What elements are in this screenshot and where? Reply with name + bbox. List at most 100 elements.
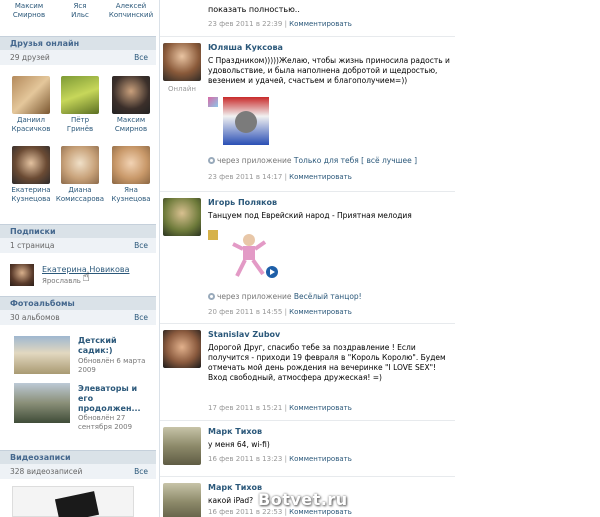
videos-header[interactable]: Видеозаписи (0, 450, 156, 464)
post-app-line: через приложение Только для тебя [ всё л… (208, 156, 417, 165)
videos-count: 328 видеозаписей (10, 467, 83, 476)
app-icon (208, 97, 218, 107)
post-time[interactable]: 23 фев 2011 в 14:17 (208, 173, 282, 181)
avatar[interactable] (12, 146, 50, 184)
video-frame (54, 491, 100, 517)
online-status: Онлайн (168, 85, 196, 93)
avatar[interactable] (61, 76, 99, 114)
post-time[interactable]: 23 фев 2011 в 22:39 (208, 20, 282, 28)
app-link[interactable]: Только для тебя [ всё лучшее ] (294, 156, 417, 165)
avatar[interactable] (163, 427, 201, 465)
friend-last-name: Копчинский (108, 11, 154, 19)
post-text: Дорогой Друг, спасибо тебе за поздравлен… (208, 343, 446, 382)
friends-all-link[interactable]: Все (134, 50, 148, 65)
friend-last-name: Красичков (11, 125, 51, 133)
post-author[interactable]: Юляша Куксова (208, 43, 283, 52)
wall-feed: показать полностью.. 23 фев 2011 в 22:39… (160, 0, 600, 517)
comment-link[interactable]: Комментировать (289, 20, 352, 28)
post-meta: 16 фев 2011 в 22:53 | Комментировать (208, 508, 352, 516)
friend-last-name: Комиссарова (55, 195, 105, 203)
friend-last-name: Смирнов (114, 125, 148, 133)
video-thumbnail[interactable] (12, 486, 134, 517)
friend-first-name: Диана (68, 186, 92, 194)
comment-link[interactable]: Комментировать (289, 308, 352, 316)
avatar[interactable] (61, 146, 99, 184)
friends-online-header[interactable]: Друзья онлайн (0, 36, 156, 50)
friend-item[interactable]: Яся Ильс (55, 2, 105, 20)
albums-subheader: 30 альбомов Все (0, 310, 156, 325)
post-author[interactable]: Марк Тихов (208, 427, 262, 436)
friend-first-name: Максим (14, 2, 44, 10)
friend-last-name: Кузнецова (11, 195, 51, 203)
comment-link[interactable]: Комментировать (289, 508, 352, 516)
avatar[interactable] (163, 198, 201, 236)
comment-link[interactable]: Комментировать (289, 173, 352, 181)
friend-first-name: Максим (116, 116, 146, 124)
post-attachment-image[interactable] (223, 97, 269, 145)
wall-post: Stanislav Zubov Дорогой Друг, спасибо те… (160, 323, 455, 418)
subscription-city: Ярославль (42, 277, 81, 285)
watermark: Botvet.ru (258, 490, 348, 509)
friend-first-name: Пётр (70, 116, 90, 124)
post-meta: 20 фев 2011 в 14:55 | Комментировать (208, 308, 352, 316)
friend-first-name: Алексей (115, 2, 147, 10)
friend-last-name: Кузнецова (111, 195, 151, 203)
friend-item[interactable]: Диана Комиссарова (55, 146, 105, 204)
post-text: Танцуем под Еврейский народ - Приятная м… (208, 211, 412, 220)
album-title[interactable]: Элеваторы и его продолжен... (78, 384, 154, 414)
album-thumbnail[interactable] (14, 383, 70, 423)
post-time[interactable]: 20 фев 2011 в 14:55 (208, 308, 282, 316)
post-text: С Праздником)))))Желаю, чтобы жизнь прин… (208, 56, 450, 85)
avatar[interactable] (163, 43, 201, 81)
wall-post: Онлайн Юляша Куксова С Праздником)))))Же… (160, 36, 455, 188)
friend-last-name: Смирнов (12, 11, 46, 19)
avatar[interactable] (112, 146, 150, 184)
app-link[interactable]: Весёлый танцор! (294, 292, 362, 301)
subscriptions-all-link[interactable]: Все (134, 238, 148, 253)
friend-item[interactable]: Пётр Гринёв (55, 76, 105, 134)
friends-count: 29 друзей (10, 53, 50, 62)
post-meta: 23 фев 2011 в 22:39 | Комментировать (208, 20, 352, 28)
subscriptions-header[interactable]: Подписки (0, 224, 156, 238)
avatar[interactable] (163, 330, 201, 368)
avatar[interactable] (112, 76, 150, 114)
friend-item[interactable]: Алексей Копчинский (106, 2, 156, 20)
gear-icon (208, 293, 215, 300)
album-thumbnail[interactable] (14, 336, 70, 374)
gear-icon (208, 157, 215, 164)
videos-all-link[interactable]: Все (134, 464, 148, 479)
albums-all-link[interactable]: Все (134, 310, 148, 325)
friend-first-name: Екатерина (11, 186, 51, 194)
comment-link[interactable]: Комментировать (289, 455, 352, 463)
post-time[interactable]: 16 фев 2011 в 22:53 (208, 508, 282, 516)
post-time[interactable]: 17 фев 2011 в 15:21 (208, 404, 282, 412)
post-author[interactable]: Игорь Поляков (208, 198, 277, 207)
post-time[interactable]: 16 фев 2011 в 13:23 (208, 455, 282, 463)
avatar[interactable] (163, 483, 201, 517)
hand-cursor-icon: ☝ (82, 270, 90, 285)
app-prefix: через приложение (217, 292, 292, 301)
friend-item[interactable]: Даниил Красичков (6, 76, 56, 134)
friend-item[interactable]: Максим Смирнов (4, 2, 54, 20)
subscriptions-subheader: 1 страница Все (0, 238, 156, 253)
videos-subheader: 328 видеозаписей Все (0, 464, 156, 479)
dancer-image[interactable] (223, 232, 279, 282)
comment-link[interactable]: Комментировать (289, 404, 352, 412)
post-author[interactable]: Марк Тихов (208, 483, 262, 492)
album-updated: Обновлён 27 сентября 2009 (78, 414, 133, 431)
post-meta: 16 фев 2011 в 13:23 | Комментировать (208, 455, 352, 463)
avatar[interactable] (12, 76, 50, 114)
friend-item[interactable]: Максим Смирнов (106, 76, 156, 134)
friend-item[interactable]: Екатерина Кузнецова (6, 146, 56, 204)
friends-online-subheader: 29 друзей Все (0, 50, 156, 65)
album-title[interactable]: Детский садик:) (78, 336, 148, 356)
wall-post: Игорь Поляков Танцуем под Еврейский наро… (160, 191, 455, 321)
post-author[interactable]: Stanislav Zubov (208, 330, 280, 339)
albums-header[interactable]: Фотоальбомы (0, 296, 156, 310)
friend-first-name: Яся (73, 2, 87, 10)
friend-item[interactable]: Яна Кузнецова (106, 146, 156, 204)
show-more-link[interactable]: показать полностью.. (208, 5, 300, 14)
avatar[interactable] (10, 264, 34, 286)
subscriptions-count: 1 страница (10, 241, 55, 250)
wall-post: Марк Тихов у меня 64, wi-fi) 16 фев 2011… (160, 420, 455, 474)
